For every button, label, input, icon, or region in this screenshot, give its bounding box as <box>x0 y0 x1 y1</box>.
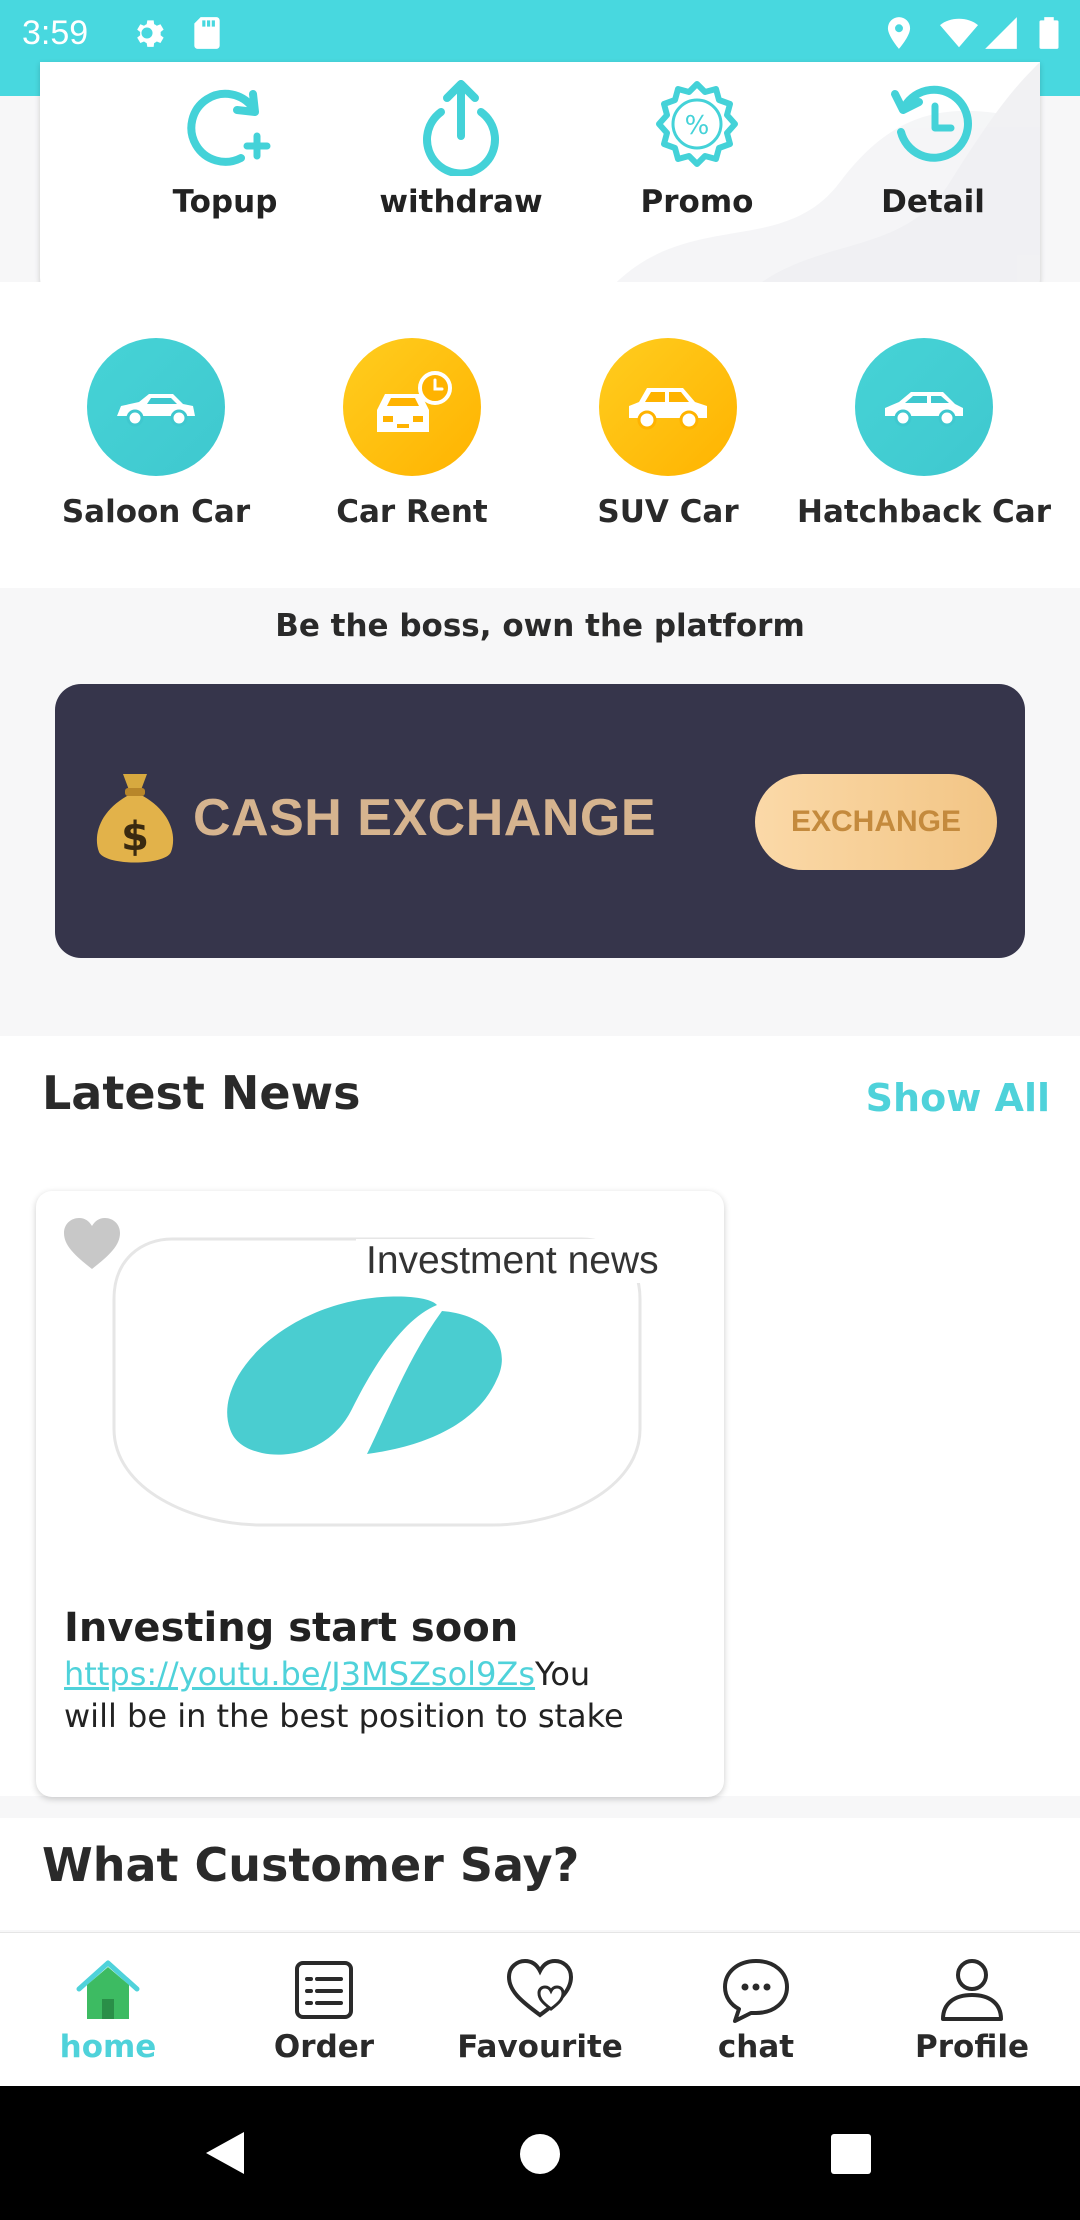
topup-icon <box>187 89 271 166</box>
system-navigation-bar <box>0 2086 1080 2220</box>
money-bag-icon: $ <box>96 774 174 863</box>
news-video-link[interactable]: https://youtu.be/J3MSZsol9Zs <box>64 1655 535 1693</box>
topup-label: Topup <box>172 184 278 220</box>
category-car-rent[interactable]: Car Rent <box>284 338 540 530</box>
nav-favourite[interactable]: Favourite <box>432 1955 648 2065</box>
topup-button[interactable]: Topup <box>125 76 325 220</box>
recents-icon[interactable] <box>829 2132 873 2176</box>
profile-icon <box>941 1959 1003 2021</box>
suv-car-icon <box>629 388 707 430</box>
hatchback-car-icon <box>885 392 963 427</box>
order-list-icon <box>295 1961 353 2019</box>
category-label: Car Rent <box>336 494 488 530</box>
sd-card-icon <box>194 17 220 49</box>
promo-label: Promo <box>640 184 754 220</box>
nav-label: Order <box>273 2029 375 2065</box>
category-label: Saloon Car <box>61 494 251 530</box>
customer-section: What Customer Say? <box>0 1818 1080 1930</box>
settings-icon <box>137 20 164 47</box>
status-time: 3:59 <box>22 14 89 52</box>
favourite-heart-icon[interactable] <box>62 1217 122 1271</box>
banner-title: CASH EXCHANGE <box>193 789 656 847</box>
nav-label: Favourite <box>457 2029 623 2065</box>
category-row: Saloon Car Car Rent SUV Car Hatchback Ca… <box>0 282 1080 588</box>
promo-button[interactable]: % Promo <box>597 76 797 220</box>
signal-icon <box>985 17 1017 49</box>
saloon-car-icon <box>117 394 195 427</box>
car-rent-icon-bg <box>343 338 481 476</box>
bottom-navigation: home Order Favourite chat Profile <box>0 1932 1080 2086</box>
cash-exchange-banner[interactable]: $ CASH EXCHANGE EXCHANGE <box>55 684 1025 958</box>
nav-label: home <box>59 2029 157 2065</box>
nav-home[interactable]: home <box>0 1955 216 2065</box>
suv-car-icon-bg <box>599 338 737 476</box>
nav-label: chat <box>717 2029 795 2065</box>
saloon-car-icon-bg <box>87 338 225 476</box>
nav-label: Profile <box>915 2029 1029 2065</box>
news-card[interactable]: Investment news Investing start soon htt… <box>36 1191 724 1797</box>
category-suv-car[interactable]: SUV Car <box>540 338 796 530</box>
news-body: https://youtu.be/J3MSZsol9ZsYou will be … <box>64 1653 704 1737</box>
promo-area: Be the boss, own the platform $ CASH EXC… <box>0 588 1080 1036</box>
favourite-icon <box>506 1958 574 2018</box>
tagline: Be the boss, own the platform <box>275 608 805 644</box>
category-label: SUV Car <box>597 494 739 530</box>
history-icon <box>891 85 972 162</box>
latest-news-section: Latest News Show All Investment news Inv… <box>0 1036 1080 1797</box>
promo-icon: % <box>656 81 738 167</box>
withdraw-icon <box>423 80 499 176</box>
svg-text:%: % <box>685 111 710 141</box>
withdraw-label: withdraw <box>379 184 543 220</box>
news-body-text-2: will be in the best position to stake <box>64 1697 624 1735</box>
news-thumbnail-caption: Investment news <box>356 1239 669 1283</box>
home-icon <box>76 1960 140 2019</box>
withdraw-button[interactable]: withdraw <box>361 76 561 220</box>
category-label: Hatchback Car <box>797 494 1051 530</box>
battery-icon <box>1039 17 1059 49</box>
svg-text:$: $ <box>121 814 149 860</box>
show-all-link[interactable]: Show All <box>866 1076 1050 1120</box>
customer-section-title: What Customer Say? <box>42 1838 580 1892</box>
category-hatchback-car[interactable]: Hatchback Car <box>796 338 1052 530</box>
latest-news-title: Latest News <box>42 1066 361 1120</box>
wallet-card: Topup withdraw % Promo Detail <box>40 62 1040 300</box>
location-icon <box>887 17 911 49</box>
nav-chat[interactable]: chat <box>648 1955 864 2065</box>
nav-profile[interactable]: Profile <box>864 1955 1080 2065</box>
home-system-icon[interactable] <box>518 2132 562 2176</box>
hatchback-car-icon-bg <box>855 338 993 476</box>
category-saloon-car[interactable]: Saloon Car <box>28 338 284 530</box>
exchange-button[interactable]: EXCHANGE <box>755 774 997 870</box>
detail-label: Detail <box>881 184 985 220</box>
chat-bubble-icon <box>723 1959 789 2023</box>
news-title: Investing start soon <box>64 1605 519 1651</box>
back-icon[interactable] <box>200 2128 250 2178</box>
wifi-icon <box>940 18 978 48</box>
detail-button[interactable]: Detail <box>833 76 1033 220</box>
car-rent-icon <box>377 371 452 432</box>
news-body-text: You <box>535 1655 591 1693</box>
nav-order[interactable]: Order <box>216 1955 432 2065</box>
